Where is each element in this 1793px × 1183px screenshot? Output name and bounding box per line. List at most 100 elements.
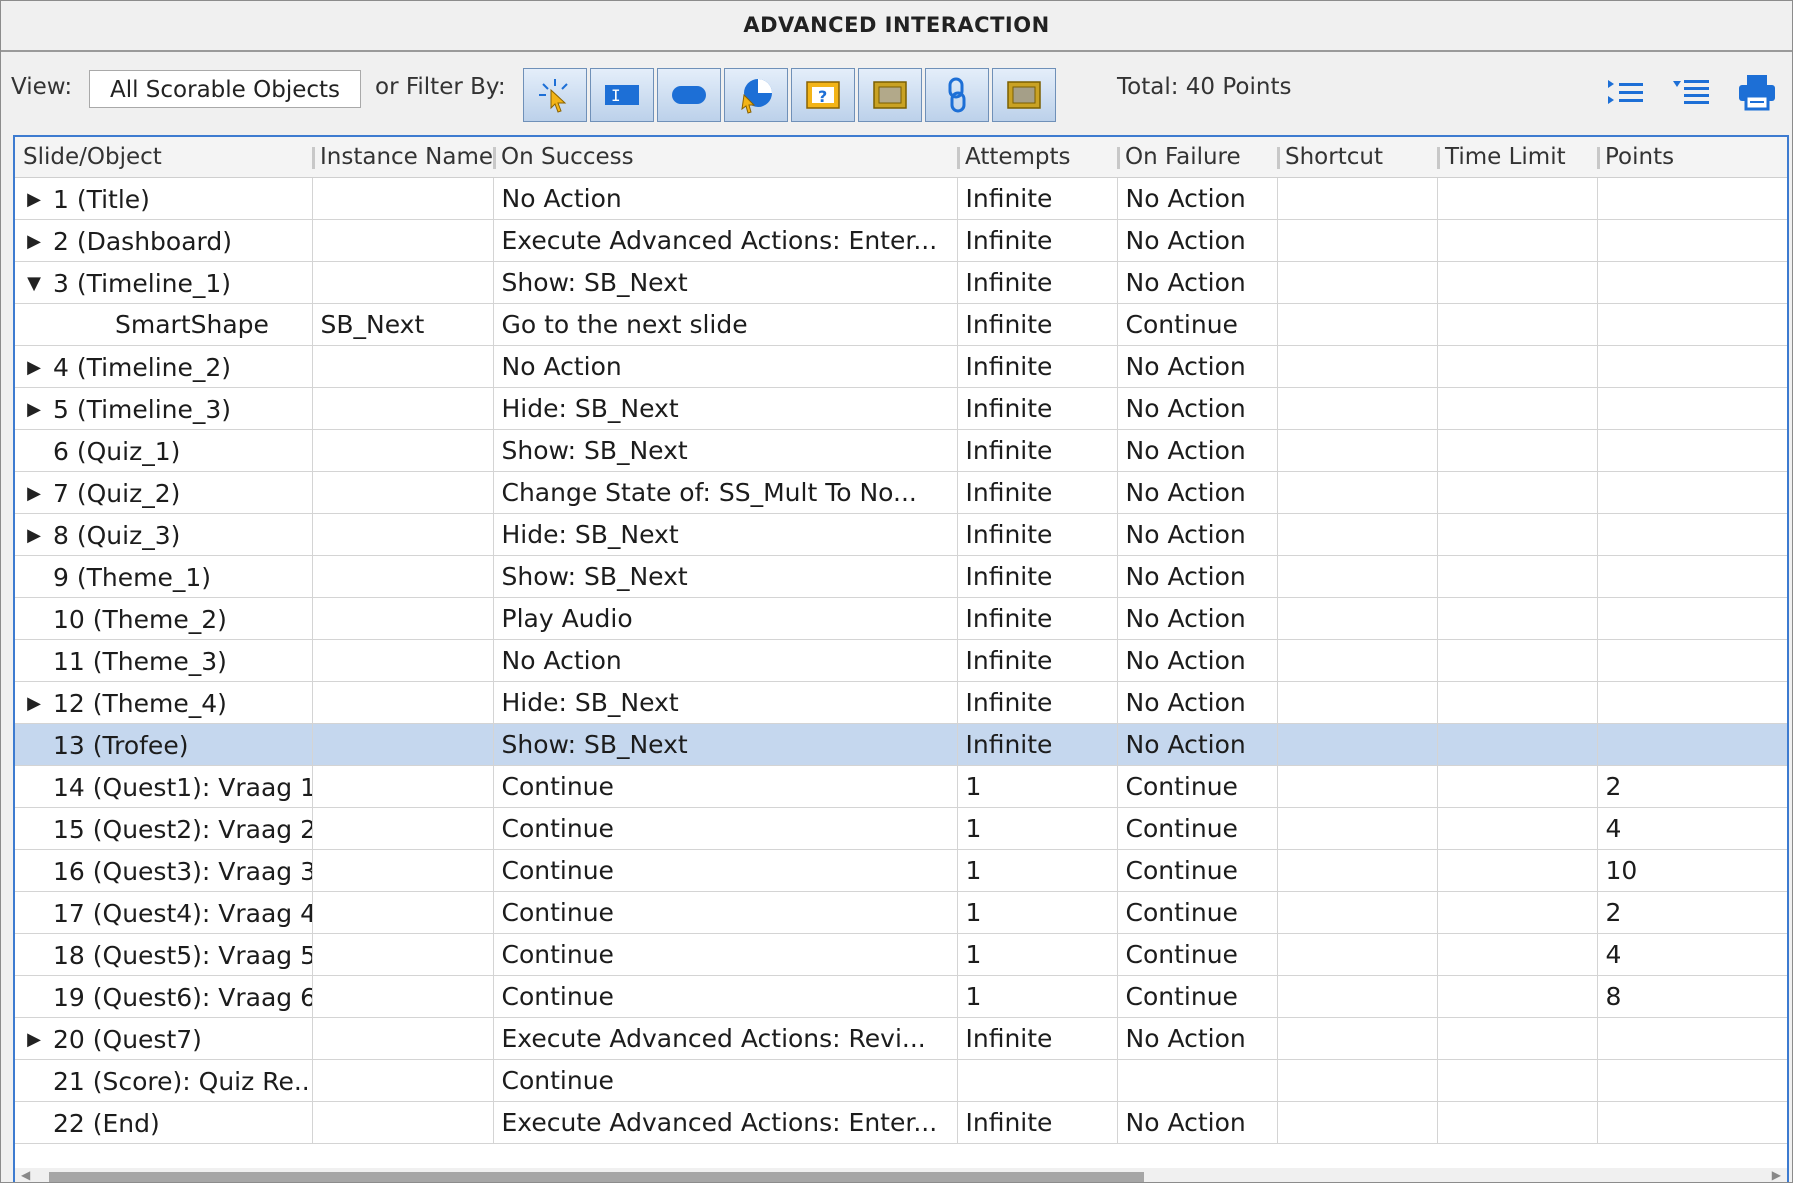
time-limit-cell[interactable]: [1437, 471, 1598, 514]
slide-object-cell[interactable]: ▶ 8 (Quiz_3): [15, 513, 313, 556]
slide-object-cell[interactable]: 10 (Theme_2): [15, 597, 313, 640]
table-row[interactable]: 19 (Quest6): Vraag 6 Continue 1 Continue 8: [15, 975, 1787, 1018]
instance-name-cell[interactable]: [312, 555, 494, 598]
attempts-cell[interactable]: [957, 1059, 1118, 1102]
on-failure-cell[interactable]: No Action: [1117, 429, 1278, 472]
points-cell[interactable]: 10: [1597, 849, 1787, 892]
table-row[interactable]: 21 (Score): Quiz Re... Continue: [15, 1059, 1787, 1102]
on-failure-cell[interactable]: No Action: [1117, 471, 1278, 514]
expand-arrow-icon[interactable]: ▶: [21, 483, 47, 504]
table-row[interactable]: ▶ 2 (Dashboard) Execute Advanced Actions: …: [15, 219, 1787, 262]
time-limit-cell[interactable]: [1437, 765, 1598, 808]
filter-hyperlink-button[interactable]: [925, 68, 989, 122]
table-row[interactable]: ▶ 20 (Quest7) Execute Advanced Actions: Re…: [15, 1017, 1787, 1060]
horizontal-scrollbar[interactable]: ◀ ▶: [15, 1168, 1787, 1182]
table-row[interactable]: ▶ 12 (Theme_4) Hide: SB_Next Infinite No Act…: [15, 681, 1787, 724]
points-cell[interactable]: [1597, 1017, 1787, 1060]
time-limit-cell[interactable]: [1437, 429, 1598, 472]
instance-name-cell[interactable]: [312, 429, 494, 472]
instance-name-cell[interactable]: [312, 219, 494, 262]
time-limit-cell[interactable]: [1437, 597, 1598, 640]
slide-object-cell[interactable]: 14 (Quest1): Vraag 1: [15, 765, 313, 808]
time-limit-cell[interactable]: [1437, 933, 1598, 976]
slide-object-cell[interactable]: 9 (Theme_1): [15, 555, 313, 598]
time-limit-cell[interactable]: [1437, 345, 1598, 388]
shortcut-cell[interactable]: [1277, 429, 1438, 472]
attempts-cell[interactable]: Infinite: [957, 177, 1118, 220]
on-success-cell[interactable]: Show: SB_Next: [493, 555, 958, 598]
print-button[interactable]: [1734, 70, 1780, 114]
instance-name-cell[interactable]: SB_Next: [312, 303, 494, 346]
time-limit-cell[interactable]: [1437, 1017, 1598, 1060]
on-failure-cell[interactable]: No Action: [1117, 1101, 1278, 1144]
shortcut-cell[interactable]: [1277, 975, 1438, 1018]
points-cell[interactable]: [1597, 555, 1787, 598]
filter-question-button[interactable]: ?: [791, 68, 855, 122]
on-success-cell[interactable]: Continue: [493, 933, 958, 976]
slide-object-cell[interactable]: ▼ 3 (Timeline_1): [15, 261, 313, 304]
shortcut-cell[interactable]: [1277, 639, 1438, 682]
points-cell[interactable]: [1597, 177, 1787, 220]
attempts-cell[interactable]: 1: [957, 765, 1118, 808]
slide-object-cell[interactable]: 18 (Quest5): Vraag 5: [15, 933, 313, 976]
instance-name-cell[interactable]: [312, 387, 494, 430]
attempts-cell[interactable]: Infinite: [957, 429, 1118, 472]
shortcut-cell[interactable]: [1277, 1059, 1438, 1102]
instance-name-cell[interactable]: [312, 1101, 494, 1144]
on-failure-cell[interactable]: No Action: [1117, 219, 1278, 262]
on-failure-cell[interactable]: No Action: [1117, 177, 1278, 220]
time-limit-cell[interactable]: [1437, 891, 1598, 934]
points-cell[interactable]: [1597, 303, 1787, 346]
points-cell[interactable]: [1597, 639, 1787, 682]
time-limit-cell[interactable]: [1437, 849, 1598, 892]
on-success-cell[interactable]: Play Audio: [493, 597, 958, 640]
table-row[interactable]: ▶ 4 (Timeline_2) No Action Infinite No Actio…: [15, 345, 1787, 388]
instance-name-cell[interactable]: [312, 639, 494, 682]
points-cell[interactable]: 2: [1597, 891, 1787, 934]
table-row[interactable]: ▶ 1 (Title) No Action Infinite No Action: [15, 177, 1787, 220]
table-row[interactable]: 15 (Quest2): Vraag 2 Continue 1 Continue 4: [15, 807, 1787, 850]
slide-object-cell[interactable]: 15 (Quest2): Vraag 2: [15, 807, 313, 850]
attempts-cell[interactable]: Infinite: [957, 471, 1118, 514]
instance-name-cell[interactable]: [312, 765, 494, 808]
on-failure-cell[interactable]: Continue: [1117, 303, 1278, 346]
column-header-time-limit[interactable]: Time Limit: [1437, 137, 1597, 178]
on-failure-cell[interactable]: No Action: [1117, 513, 1278, 556]
points-cell[interactable]: [1597, 1101, 1787, 1144]
points-cell[interactable]: 2: [1597, 765, 1787, 808]
slide-object-cell[interactable]: 11 (Theme_3): [15, 639, 313, 682]
attempts-cell[interactable]: Infinite: [957, 303, 1118, 346]
on-success-cell[interactable]: Continue: [493, 807, 958, 850]
slide-object-cell[interactable]: SmartShape: [15, 303, 313, 346]
column-header-attempts[interactable]: Attempts: [957, 137, 1117, 178]
attempts-cell[interactable]: Infinite: [957, 555, 1118, 598]
filter-click-box-button[interactable]: [523, 68, 587, 122]
shortcut-cell[interactable]: [1277, 723, 1438, 766]
on-success-cell[interactable]: Go to the next slide: [493, 303, 958, 346]
on-success-cell[interactable]: Execute Advanced Actions: Enter...: [493, 219, 958, 262]
attempts-cell[interactable]: Infinite: [957, 639, 1118, 682]
points-cell[interactable]: [1597, 345, 1787, 388]
points-cell[interactable]: [1597, 261, 1787, 304]
filter-image-button[interactable]: [992, 68, 1056, 122]
table-row[interactable]: 18 (Quest5): Vraag 5 Continue 1 Continue 4: [15, 933, 1787, 976]
points-cell[interactable]: 8: [1597, 975, 1787, 1018]
points-cell[interactable]: [1597, 681, 1787, 724]
on-success-cell[interactable]: No Action: [493, 177, 958, 220]
shortcut-cell[interactable]: [1277, 219, 1438, 262]
attempts-cell[interactable]: Infinite: [957, 513, 1118, 556]
slide-object-cell[interactable]: 22 (End): [15, 1101, 313, 1144]
slide-object-cell[interactable]: ▶ 12 (Theme_4): [15, 681, 313, 724]
on-failure-cell[interactable]: Continue: [1117, 933, 1278, 976]
shortcut-cell[interactable]: [1277, 345, 1438, 388]
filter-button-button[interactable]: [657, 68, 721, 122]
scrollbar-thumb[interactable]: [49, 1172, 1144, 1182]
time-limit-cell[interactable]: [1437, 723, 1598, 766]
shortcut-cell[interactable]: [1277, 471, 1438, 514]
on-success-cell[interactable]: Execute Advanced Actions: Enter...: [493, 1101, 958, 1144]
points-cell[interactable]: [1597, 219, 1787, 262]
slide-object-cell[interactable]: ▶ 20 (Quest7): [15, 1017, 313, 1060]
on-success-cell[interactable]: Continue: [493, 765, 958, 808]
shortcut-cell[interactable]: [1277, 1101, 1438, 1144]
slide-object-cell[interactable]: 17 (Quest4): Vraag 4: [15, 891, 313, 934]
